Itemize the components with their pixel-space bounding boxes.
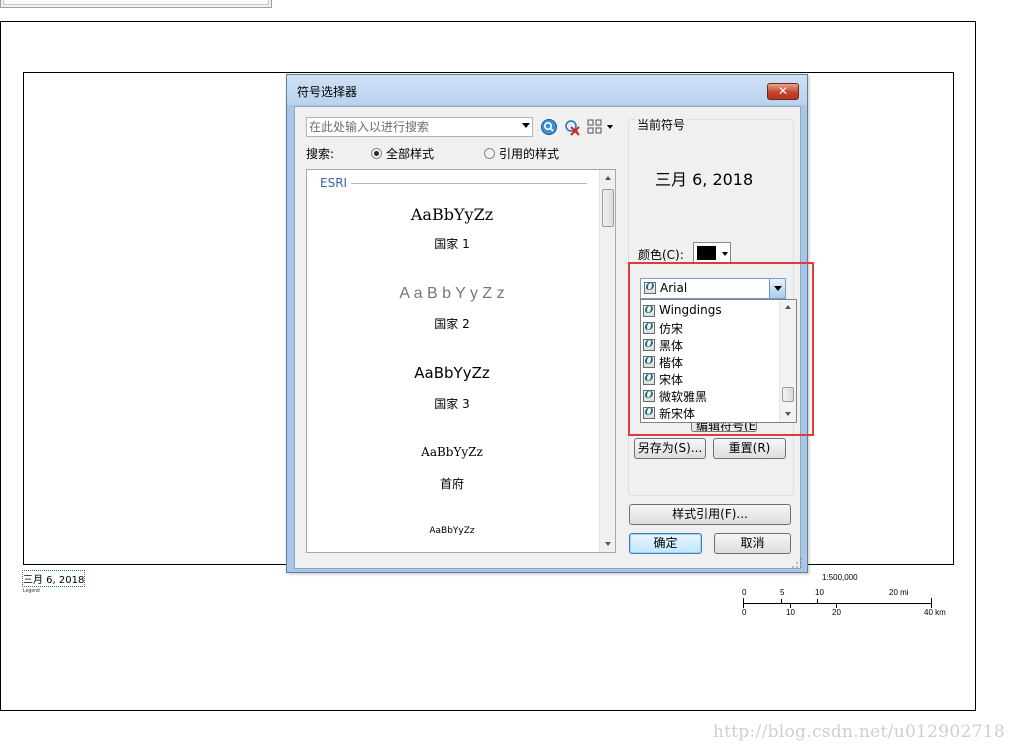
scroll-thumb[interactable] <box>602 189 614 227</box>
view-options-icon[interactable] <box>587 118 615 136</box>
save-as-button[interactable]: 另存为(S)... <box>634 438 706 459</box>
reset-button[interactable]: 重置(R) <box>713 438 786 459</box>
scale-km-label: 10 <box>786 608 795 617</box>
scale-text: 1:500,000 <box>822 573 858 582</box>
current-symbol-label: 当前符号 <box>635 116 688 133</box>
search-input[interactable] <box>309 119 509 135</box>
style-group-header: ESRI <box>320 176 348 190</box>
scale-km-label: 20 <box>832 608 841 617</box>
symbol-name[interactable]: 国家 1 <box>307 235 597 252</box>
ok-button[interactable]: 确定 <box>629 533 702 554</box>
toolbar-stub <box>0 0 272 8</box>
style-references-button[interactable]: 样式引用(F)... <box>629 504 791 525</box>
close-button[interactable]: ✕ <box>767 83 799 100</box>
scale-km-label: 40 km <box>924 608 946 617</box>
scale-mi-label: 10 <box>815 588 824 597</box>
symbol-name[interactable]: 国家 2 <box>307 315 597 332</box>
chevron-down-icon[interactable] <box>722 252 728 256</box>
scale-bar[interactable]: 0 5 10 20 mi 0 10 20 40 km <box>735 588 955 620</box>
watermark: http://blog.csdn.net/u012902718 <box>712 722 1005 742</box>
resize-grip-icon[interactable] <box>790 556 804 570</box>
symbol-preview: 三月 6, 2018 <box>655 170 754 189</box>
symbol-name[interactable]: 国家 3 <box>307 395 597 412</box>
scale-mi-label: 20 mi <box>889 588 909 597</box>
symbol-sample[interactable]: AaBbYyZz <box>307 364 597 382</box>
cancel-button[interactable]: 取消 <box>714 533 791 554</box>
clear-search-icon[interactable] <box>563 118 581 136</box>
annotation-highlight-box <box>628 262 814 436</box>
symbol-name[interactable]: 首府 <box>307 475 597 492</box>
layout-tiny-caption: Legend <box>23 588 40 594</box>
radio-referenced-styles[interactable] <box>484 148 495 159</box>
chevron-down-icon[interactable] <box>522 123 530 128</box>
scale-mi-label: 5 <box>780 588 785 597</box>
scale-mi-label: 0 <box>742 588 747 597</box>
radio-referenced-styles-label[interactable]: 引用的样式 <box>499 145 559 162</box>
symbol-sample[interactable]: AaBbYyZz <box>307 445 597 459</box>
scale-km-label: 0 <box>742 608 747 617</box>
scroll-down-icon[interactable] <box>605 542 611 546</box>
color-picker[interactable] <box>693 242 731 264</box>
radio-all-styles-label[interactable]: 全部样式 <box>386 145 434 162</box>
search-label: 搜索: <box>306 147 335 161</box>
scroll-up-icon[interactable] <box>605 176 611 180</box>
symbol-list[interactable]: ESRI AaBbYyZz 国家 1 A a B b Y y Z z 国家 2 … <box>306 169 616 553</box>
dialog-title: 符号选择器 <box>297 85 358 99</box>
color-swatch <box>697 246 716 260</box>
symbol-sample[interactable]: A a B b Y y Z z <box>307 285 597 303</box>
symbol-sample[interactable]: AaBbYyZz <box>307 205 597 224</box>
group-divider <box>351 183 587 184</box>
search-icon[interactable] <box>540 118 558 136</box>
dialog-titlebar[interactable]: 符号选择器 ✕ <box>287 75 807 105</box>
symbol-sample[interactable]: AaBbYyZz <box>307 526 597 536</box>
radio-all-styles[interactable] <box>371 148 382 159</box>
close-icon: ✕ <box>777 84 789 98</box>
color-label: 颜色(C): <box>638 248 684 262</box>
search-combo[interactable] <box>306 117 533 137</box>
layout-date-text[interactable]: 三月 6, 2018 <box>21 570 86 587</box>
symbol-list-scrollbar[interactable] <box>599 170 615 552</box>
